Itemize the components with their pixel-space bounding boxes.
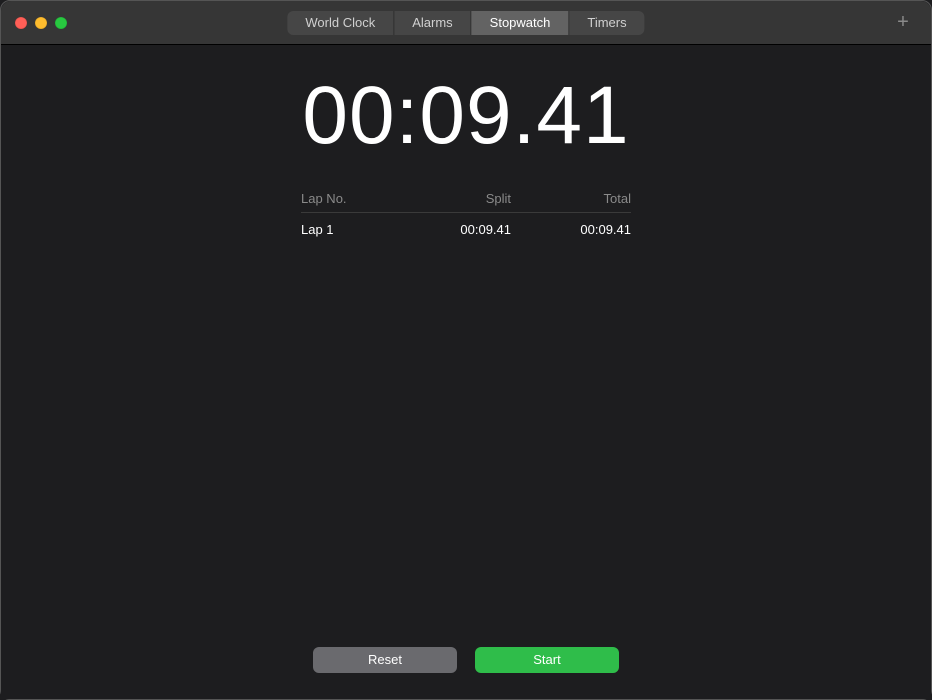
titlebar: World Clock Alarms Stopwatch Timers + [1,1,931,45]
close-icon[interactable] [15,17,27,29]
col-header-lap-no: Lap No. [301,191,391,206]
plus-icon: + [897,11,909,33]
elapsed-time: 00:09.41 [1,69,931,163]
lap-table: Lap No. Split Total Lap 1 00:09.41 00:09… [301,191,631,246]
window-controls [15,17,67,29]
fullscreen-icon[interactable] [55,17,67,29]
stopwatch-pane: 00:09.41 Lap No. Split Total Lap 1 00:09… [1,45,931,699]
tab-stopwatch[interactable]: Stopwatch [472,11,570,35]
start-button[interactable]: Start [475,647,619,673]
col-header-total: Total [521,191,631,206]
tab-alarms[interactable]: Alarms [394,11,471,35]
tab-world-clock[interactable]: World Clock [287,11,394,35]
lap-row: Lap 1 00:09.41 00:09.41 [301,213,631,246]
minimize-icon[interactable] [35,17,47,29]
lap-label: Lap 1 [301,222,391,237]
tab-timers[interactable]: Timers [569,11,644,35]
tab-bar: World Clock Alarms Stopwatch Timers [287,11,644,35]
lap-table-header: Lap No. Split Total [301,191,631,213]
reset-button[interactable]: Reset [313,647,457,673]
button-bar: Reset Start [313,647,619,673]
lap-split: 00:09.41 [401,222,511,237]
lap-total: 00:09.41 [521,222,631,237]
col-header-split: Split [401,191,511,206]
add-button[interactable]: + [893,13,913,33]
